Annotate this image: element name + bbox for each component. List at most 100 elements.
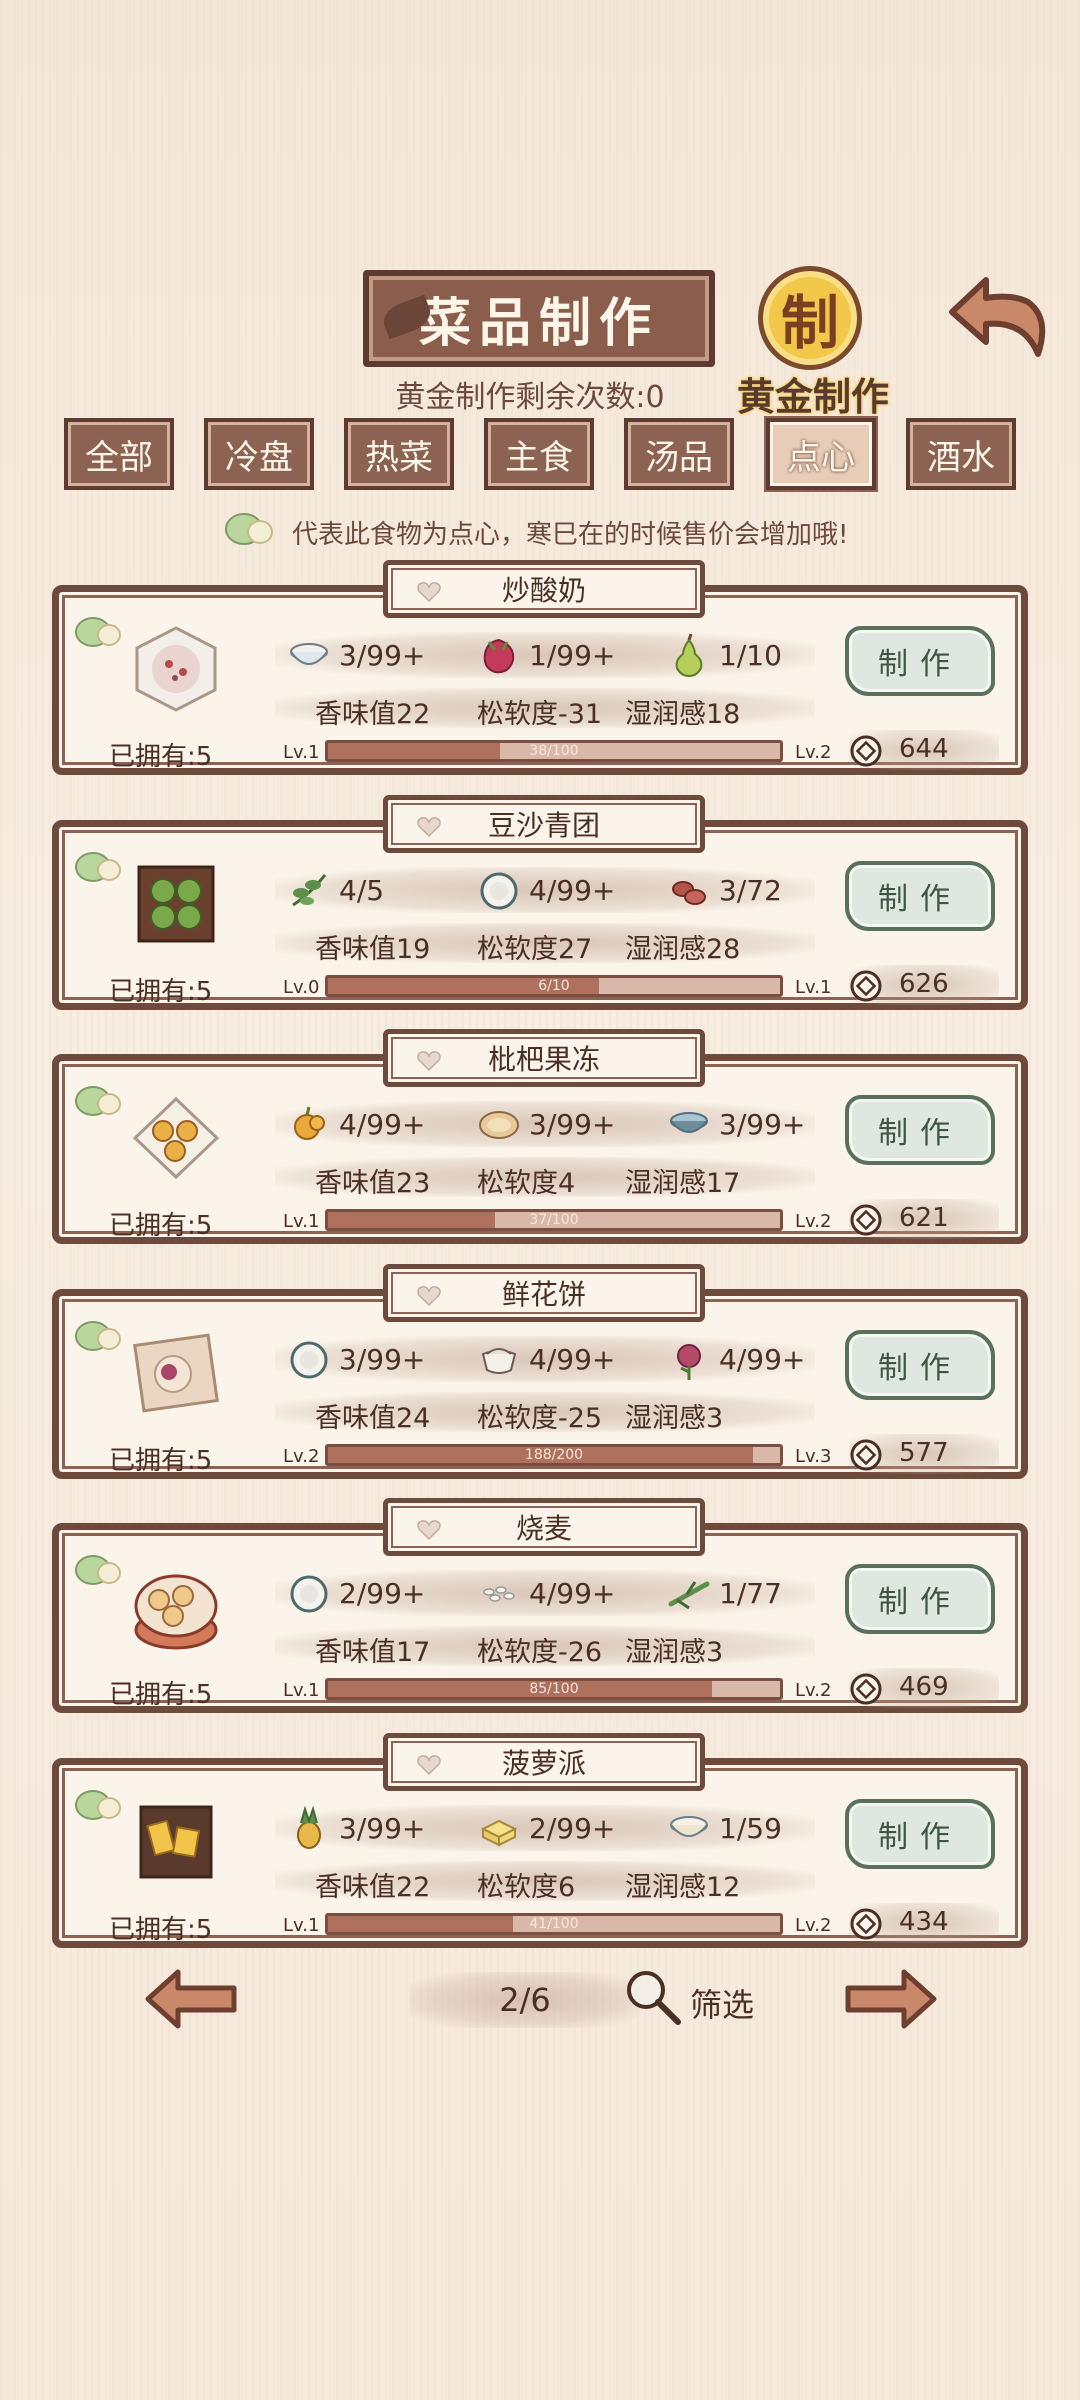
heart-icon[interactable] xyxy=(416,1285,442,1307)
level-current: Lv.1 xyxy=(283,742,320,763)
tab-desserts[interactable]: 点心 xyxy=(766,418,876,490)
ingredient-count: 4/5 xyxy=(339,873,385,907)
ingredient-item: 3/99+ xyxy=(665,1101,805,1147)
tab-staples[interactable]: 主食 xyxy=(484,418,594,490)
make-button[interactable]: 制作 xyxy=(845,1095,995,1165)
tab-label: 主食 xyxy=(505,437,573,478)
ingredient-count: 3/99+ xyxy=(339,1342,426,1376)
ingredient-item: 1/77 xyxy=(665,1570,782,1616)
ingredient-count: 4/99+ xyxy=(529,873,616,907)
filter-button[interactable]: 筛选 xyxy=(690,1980,754,2026)
rice-grains-icon xyxy=(483,1586,515,1602)
stat-row: 香味值22 松软度6 湿润感12 xyxy=(275,1861,815,1903)
make-button[interactable]: 制作 xyxy=(845,1799,995,1869)
dish-stat: 松软度-31 xyxy=(477,699,603,730)
flour-bowl-icon xyxy=(290,1341,328,1379)
ingredient-item: 2/99+ xyxy=(475,1805,615,1851)
page-indicator: 2/6 xyxy=(410,1972,640,2028)
owned-count: 已拥有:5 xyxy=(109,1915,213,1945)
gold-craft-button[interactable]: 制 xyxy=(758,266,862,370)
pie-crust-icon xyxy=(479,1111,519,1139)
level-next: Lv.2 xyxy=(795,1211,832,1232)
recipe-name-plate: 炒酸奶 xyxy=(383,560,705,618)
tab-drinks[interactable]: 酒水 xyxy=(906,418,1016,490)
coin-icon xyxy=(850,1908,882,1940)
make-button[interactable]: 制作 xyxy=(845,1564,995,1634)
experience-text: 38/100 xyxy=(529,743,579,759)
dish-stat: 湿润感3 xyxy=(625,1403,724,1434)
tab-cold-dishes[interactable]: 冷盘 xyxy=(204,418,314,490)
price-value: 469 xyxy=(899,1672,949,1702)
make-button-label: 制作 xyxy=(878,1116,962,1151)
tab-label: 汤品 xyxy=(645,437,713,478)
dish-stat: 湿润感12 xyxy=(625,1872,741,1903)
dessert-badge-icon xyxy=(75,852,121,882)
level-current: Lv.1 xyxy=(283,1915,320,1936)
level-next: Lv.1 xyxy=(795,977,832,998)
owned-count: 已拥有:5 xyxy=(109,1446,213,1476)
dish-stat: 香味值17 xyxy=(315,1637,431,1668)
recipe-name: 烧麦 xyxy=(515,1512,572,1545)
owned-count: 已拥有:5 xyxy=(109,742,213,772)
ingredient-count: 2/99+ xyxy=(339,1576,426,1610)
dessert-hint-text: 代表此食物为点心，寒巳在的时候售价会增加哦! xyxy=(292,520,849,550)
water-bowl-icon xyxy=(670,1112,708,1133)
magnifier-icon[interactable] xyxy=(622,1966,684,2028)
price-tag: 434 xyxy=(849,1903,999,1943)
ingredient-item: 4/5 xyxy=(285,867,384,913)
dish-stat: 松软度-26 xyxy=(477,1637,603,1668)
recipe-card: 菠萝派 已拥有:5 3/99+ 2/99+ 1/59 香味值22 松软度6 湿润感1… xyxy=(52,1733,1028,1948)
tab-hot-dishes[interactable]: 热菜 xyxy=(344,418,454,490)
dragonfruit-icon xyxy=(483,638,515,674)
experience-text: 41/100 xyxy=(529,1916,579,1932)
tab-soups[interactable]: 汤品 xyxy=(624,418,734,490)
tab-label: 全部 xyxy=(85,437,153,478)
recipe-name: 炒酸奶 xyxy=(501,574,586,607)
ingredient-count: 4/99+ xyxy=(339,1107,426,1141)
ingredient-item: 1/59 xyxy=(665,1805,782,1851)
dish-stat: 松软度4 xyxy=(477,1168,576,1199)
prev-page-arrow-icon[interactable] xyxy=(144,1966,240,2032)
ingredient-row: 3/99+ 2/99+ 1/59 xyxy=(275,1805,815,1851)
next-page-arrow-icon[interactable] xyxy=(842,1966,938,2032)
experience-text: 188/200 xyxy=(524,1447,584,1463)
ingredient-item: 3/99+ xyxy=(475,1101,615,1147)
experience-bar: 85/100 xyxy=(325,1678,783,1700)
dish-stat: 湿润感17 xyxy=(625,1168,741,1199)
stat-row: 香味值23 松软度4 湿润感17 xyxy=(275,1157,815,1199)
level-current: Lv.1 xyxy=(283,1211,320,1232)
heart-icon[interactable] xyxy=(416,1519,442,1541)
bean-paste-green-dumpling-dish-icon xyxy=(137,865,215,943)
recipe-name-plate: 鲜花饼 xyxy=(383,1264,705,1322)
dish-stat: 香味值19 xyxy=(315,934,431,965)
stat-row: 香味值24 松软度-25 湿润感3 xyxy=(275,1392,815,1434)
experience-text: 85/100 xyxy=(529,1681,579,1697)
level-next: Lv.3 xyxy=(795,1446,832,1467)
heart-icon[interactable] xyxy=(416,816,442,838)
make-button[interactable]: 制作 xyxy=(845,861,995,931)
flour-bowl-icon xyxy=(480,872,518,910)
ingredient-count: 1/10 xyxy=(719,638,782,672)
heart-icon[interactable] xyxy=(416,1050,442,1072)
heart-icon[interactable] xyxy=(416,581,442,603)
recipe-card: 炒酸奶 已拥有:5 3/99+ 1/99+ 1/10 香味值22 松软度-31 湿润… xyxy=(52,560,1028,775)
tab-all[interactable]: 全部 xyxy=(64,418,174,490)
pear-icon xyxy=(675,633,703,678)
recipe-name: 枇杷果冻 xyxy=(487,1043,600,1076)
heart-icon[interactable] xyxy=(416,1754,442,1776)
stat-row: 香味值17 松软度-26 湿润感3 xyxy=(275,1626,815,1668)
ingredient-item: 3/99+ xyxy=(285,632,425,678)
make-button-label: 制作 xyxy=(878,1351,962,1386)
pineapple-icon xyxy=(297,1805,321,1849)
ingredient-row: 3/99+ 4/99+ 4/99+ xyxy=(275,1336,815,1382)
dish-stat: 香味值23 xyxy=(315,1168,431,1199)
coin-icon xyxy=(850,1204,882,1236)
herb-leaf-icon xyxy=(292,874,327,907)
dessert-badge-icon xyxy=(75,1321,121,1351)
back-arrow-icon[interactable] xyxy=(946,268,1056,368)
owned-count: 已拥有:5 xyxy=(109,1211,213,1241)
recipe-name: 鲜花饼 xyxy=(501,1278,586,1311)
make-button[interactable]: 制作 xyxy=(845,1330,995,1400)
dish-stat: 松软度27 xyxy=(477,934,593,965)
make-button[interactable]: 制作 xyxy=(845,626,995,696)
